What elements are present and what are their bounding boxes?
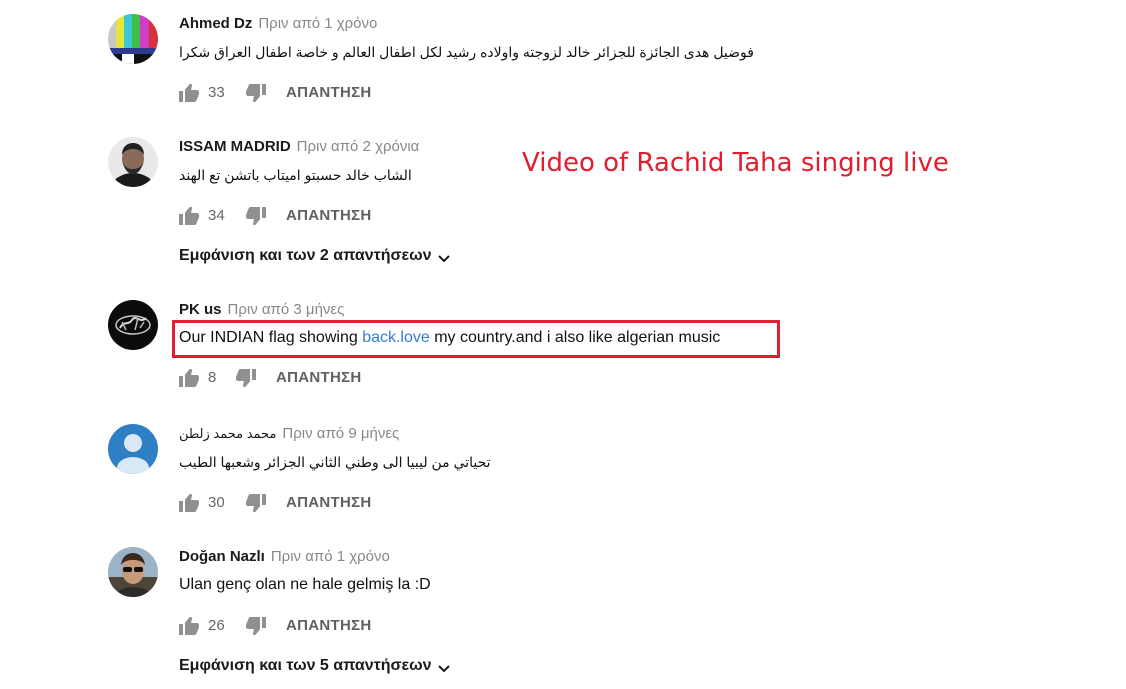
comment-text: تحياتي من ليبيا الى وطني الثاني الجزائر … (179, 454, 491, 470)
comment-header: Doğan Nazlı Πριν από 1 χρόνο (179, 547, 899, 567)
comment-actions: 8 ΑΠΑΝΤΗΣΗ (179, 368, 362, 388)
thumbs-up-icon[interactable] (179, 206, 199, 225)
thumbs-up-icon[interactable] (179, 368, 199, 387)
like-count: 34 (208, 207, 225, 224)
comment-header: محمد محمد زلطن Πριν από 9 μήνες (179, 424, 899, 444)
thumbs-up-icon[interactable] (179, 493, 199, 512)
avatar[interactable] (108, 137, 158, 187)
like-count: 33 (208, 84, 225, 101)
comment-body: Ahmed Dz Πριν από 1 χρόνο فوضيل هدى الجائ… (179, 14, 899, 62)
person-photo-icon (108, 547, 158, 597)
avatar[interactable] (108, 424, 158, 474)
reply-button[interactable]: ΑΠΑΝΤΗΣΗ (286, 493, 372, 513)
chevron-down-icon (437, 251, 450, 263)
avatar[interactable] (108, 14, 158, 64)
comment-text: Ulan genç olan ne hale gelmiş la :D (179, 576, 431, 593)
author-name[interactable]: Ahmed Dz (179, 15, 252, 32)
comment-actions: 34 ΑΠΑΝΤΗΣΗ (179, 206, 372, 226)
thumbs-down-icon[interactable] (246, 617, 266, 636)
person-photo-icon (108, 137, 158, 187)
thumbs-up-icon[interactable] (179, 616, 199, 635)
like-count: 8 (208, 369, 217, 386)
thumbs-down-icon[interactable] (246, 494, 266, 513)
comment-header: PK us Πριν από 3 μήνες (179, 300, 899, 320)
logo-avatar-icon (108, 300, 158, 350)
author-name[interactable]: PK us (179, 301, 222, 318)
comment-time[interactable]: Πριν από 9 μήνες (282, 425, 399, 442)
highlight-box (172, 320, 780, 358)
view-replies-button[interactable]: Εμφάνιση και των 5 απαντήσεων (179, 657, 450, 675)
view-replies-label: Εμφάνιση και των 2 απαντήσεων (179, 247, 432, 264)
comment-body: Doğan Nazlı Πριν από 1 χρόνο Ulan genç ol… (179, 547, 899, 595)
thumbs-down-icon[interactable] (246, 207, 266, 226)
avatar[interactable] (108, 547, 158, 597)
like-count: 26 (208, 617, 225, 634)
annotation-text: Video of Rachid Taha singing live (522, 148, 949, 178)
comment-time[interactable]: Πριν από 1 χρόνο (258, 15, 377, 32)
reply-button[interactable]: ΑΠΑΝΤΗΣΗ (276, 368, 362, 388)
reply-button[interactable]: ΑΠΑΝΤΗΣΗ (286, 83, 372, 103)
thumbs-up-icon[interactable] (179, 83, 199, 102)
avatar[interactable] (108, 300, 158, 350)
author-name[interactable]: Doğan Nazlı (179, 548, 265, 565)
thumbs-down-icon[interactable] (236, 369, 256, 388)
author-name[interactable]: ISSAM MADRID (179, 138, 291, 155)
view-replies-button[interactable]: Εμφάνιση και των 2 απαντήσεων (179, 247, 450, 265)
comment-time[interactable]: Πριν από 3 μήνες (228, 301, 345, 318)
comments-page: Ahmed Dz Πριν από 1 χρόνο فوضيل هدى الجائ… (0, 0, 1126, 689)
author-name[interactable]: محمد محمد زلطن (179, 426, 276, 441)
thumbs-down-icon[interactable] (246, 84, 266, 103)
comment-text: فوضيل هدى الجائزة للجزائر خالد لزوجته وا… (179, 44, 754, 60)
comment-actions: 33 ΑΠΑΝΤΗΣΗ (179, 83, 372, 103)
comment-header: Ahmed Dz Πριν από 1 χρόνο (179, 14, 899, 34)
view-replies-label: Εμφάνιση και των 5 απαντήσεων (179, 657, 432, 674)
comment-body: محمد محمد زلطن Πριν από 9 μήνες تحياتي من… (179, 424, 899, 472)
like-count: 30 (208, 494, 225, 511)
comment-actions: 30 ΑΠΑΝΤΗΣΗ (179, 493, 372, 513)
comment-actions: 26 ΑΠΑΝΤΗΣΗ (179, 616, 372, 636)
reply-button[interactable]: ΑΠΑΝΤΗΣΗ (286, 206, 372, 226)
reply-button[interactable]: ΑΠΑΝΤΗΣΗ (286, 616, 372, 636)
test-pattern-avatar-icon (108, 14, 158, 64)
comment-time[interactable]: Πριν από 1 χρόνο (271, 548, 390, 565)
chevron-down-icon (437, 661, 450, 673)
comment-time[interactable]: Πριν από 2 χρόνια (297, 138, 420, 155)
default-user-avatar-icon (108, 424, 158, 474)
